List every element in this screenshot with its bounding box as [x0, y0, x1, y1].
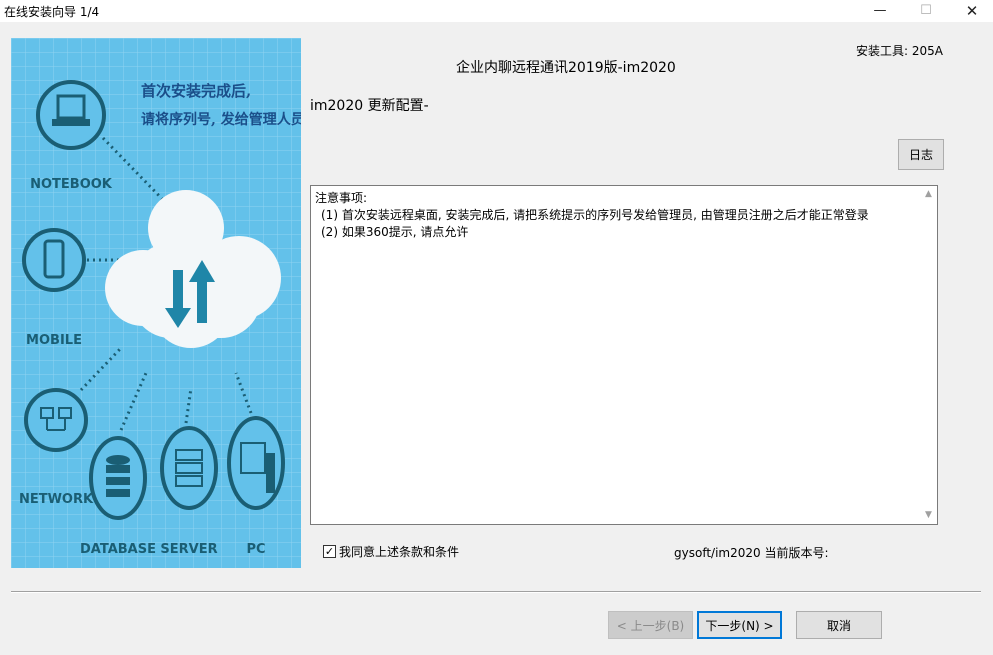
cancel-button[interactable]: 取消	[796, 611, 882, 639]
notes-scrollbar[interactable]: ▲ ▼	[920, 186, 937, 524]
version-label: gysoft/im2020 当前版本号:	[674, 546, 829, 560]
notes-textarea[interactable]: 注意事项: (1) 首次安装远程桌面, 安装完成后, 请把系统提示的序列号发给管…	[310, 185, 938, 525]
node-label-network: NETWORK	[19, 492, 94, 507]
banner-caption-line1: 首次安装完成后,	[141, 82, 251, 100]
title-bar: 在线安装向导 1/4 — ☐ ✕	[0, 0, 993, 22]
scroll-up-icon[interactable]: ▲	[920, 186, 937, 203]
footer-divider	[11, 591, 981, 593]
agree-label[interactable]: 我同意上述条款和条件	[339, 543, 459, 560]
window-title: 在线安装向导 1/4	[4, 5, 100, 19]
next-button[interactable]: 下一步(N) >	[697, 611, 782, 639]
log-button[interactable]: 日志	[898, 139, 944, 170]
scroll-down-icon[interactable]: ▼	[920, 507, 937, 524]
node-label-pc: PC	[246, 542, 265, 557]
install-tool-label: 安装工具: 205A	[856, 44, 943, 58]
notes-line: (1) 首次安装远程桌面, 安装完成后, 请把系统提示的序列号发给管理员, 由管…	[321, 208, 869, 222]
agree-checkbox-row[interactable]: ✓ 我同意上述条款和条件	[323, 543, 459, 560]
node-label-server: SERVER	[160, 542, 217, 557]
update-config-label: im2020 更新配置-	[310, 98, 429, 114]
app-title: 企业内聊远程通讯2019版-im2020	[456, 60, 676, 76]
node-label-database: DATABASE	[80, 542, 156, 557]
agree-checkbox[interactable]: ✓	[323, 545, 336, 558]
banner-caption-line2: 请将序列号, 发给管理人员注册	[141, 111, 301, 128]
notes-content: 注意事项: (1) 首次安装远程桌面, 安装完成后, 请把系统提示的序列号发给管…	[315, 190, 915, 241]
network-banner-image: 首次安装完成后, 请将序列号, 发给管理人员注册 NOTEBOOK MOBILE…	[11, 38, 301, 568]
node-label-mobile: MOBILE	[26, 333, 82, 348]
minimize-button[interactable]: —	[857, 0, 903, 22]
back-button[interactable]: < 上一步(B)	[608, 611, 693, 639]
close-button[interactable]: ✕	[949, 0, 993, 22]
node-label-notebook: NOTEBOOK	[30, 177, 113, 192]
maximize-button[interactable]: ☐	[903, 0, 949, 22]
notes-heading: 注意事项:	[315, 191, 368, 205]
notes-line: (2) 如果360提示, 请点允许	[321, 225, 469, 239]
